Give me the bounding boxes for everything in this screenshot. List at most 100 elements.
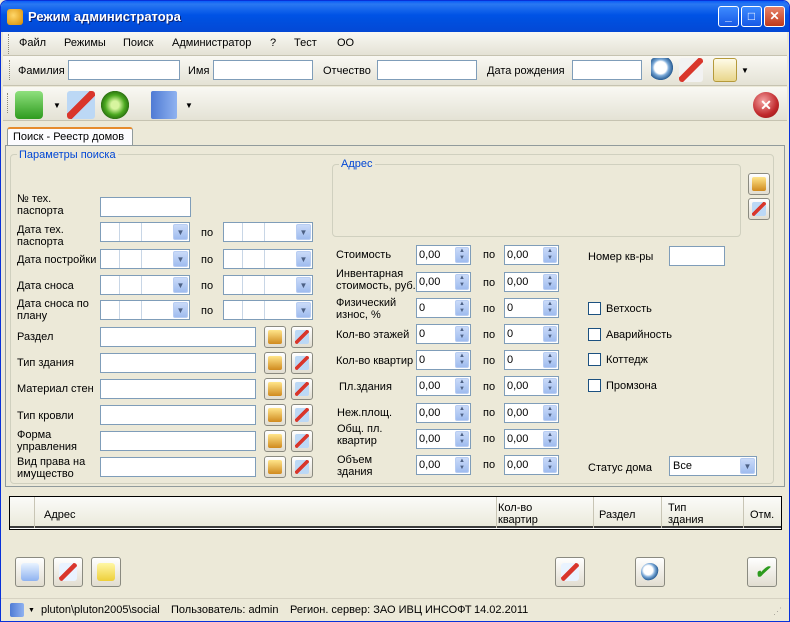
cost-to-spinner[interactable]: 0,00 ▲ ▼ xyxy=(504,245,559,265)
apartments-from-spinner[interactable]: 0 ▲ ▼ xyxy=(416,350,471,370)
surname-input[interactable] xyxy=(68,60,180,80)
resize-grip-icon[interactable]: ⋰ xyxy=(773,605,782,617)
spin-arrows-icon[interactable]: ▲ ▼ xyxy=(543,457,557,473)
build-date-to[interactable]: ▼ xyxy=(223,249,313,269)
menu-file[interactable]: Файл xyxy=(19,37,46,49)
apartments-to-spinner[interactable]: 0 ▲ ▼ xyxy=(504,350,559,370)
management-form-pick-button[interactable] xyxy=(264,430,286,452)
spin-arrows-icon[interactable]: ▲ ▼ xyxy=(455,300,469,316)
address-clear-button[interactable] xyxy=(748,198,770,220)
volume-from-spinner[interactable]: 0,00 ▲ ▼ xyxy=(416,455,471,475)
address-pick-button[interactable] xyxy=(748,173,770,195)
book-dropdown-icon[interactable]: ▼ xyxy=(185,100,193,112)
spin-arrows-icon[interactable]: ▲ ▼ xyxy=(543,378,557,394)
tech-passport-date-from[interactable]: ▼ xyxy=(100,222,190,242)
section-pick-button[interactable] xyxy=(264,326,286,348)
note-button[interactable] xyxy=(91,557,121,587)
planned-demolition-to[interactable]: ▼ xyxy=(223,300,313,320)
chevron-down-icon[interactable]: ▼ xyxy=(296,302,311,318)
status-dropdown-icon[interactable]: ▼ xyxy=(28,605,35,617)
menu-test[interactable]: Тест xyxy=(294,37,317,49)
spin-arrows-icon[interactable]: ▲ ▼ xyxy=(455,378,469,394)
menu-modes[interactable]: Режимы xyxy=(64,37,106,49)
inventory-cost-to-spinner[interactable]: 0,00 ▲ ▼ xyxy=(504,272,559,292)
menu-oo[interactable]: ОО xyxy=(337,37,354,49)
tab-house-registry[interactable]: Поиск - Реестр домов xyxy=(7,127,133,146)
spin-arrows-icon[interactable]: ▲ ▼ xyxy=(543,326,557,342)
maximize-button[interactable]: □ xyxy=(741,6,762,27)
apt-number-input[interactable] xyxy=(669,246,725,266)
grid-col-apartments[interactable]: Кол-во квартир xyxy=(498,502,558,526)
refresh-icon[interactable] xyxy=(101,91,129,119)
chevron-down-icon[interactable]: ▼ xyxy=(296,277,311,293)
building-area-from-spinner[interactable]: 0,00 ▲ ▼ xyxy=(416,376,471,396)
wear-from-spinner[interactable]: 0 ▲ ▼ xyxy=(416,298,471,318)
building-type-input[interactable] xyxy=(100,353,256,373)
nonres-area-to-spinner[interactable]: 0,00 ▲ ▼ xyxy=(504,403,559,423)
section-clear-button[interactable] xyxy=(291,326,313,348)
inventory-cost-from-spinner[interactable]: 0,00 ▲ ▼ xyxy=(416,272,471,292)
wall-material-pick-button[interactable] xyxy=(264,378,286,400)
management-form-input[interactable] xyxy=(100,431,256,451)
dilapidation-checkbox[interactable] xyxy=(588,302,601,315)
spin-arrows-icon[interactable]: ▲ ▼ xyxy=(543,274,557,290)
tech-passport-input[interactable] xyxy=(100,197,191,217)
spin-arrows-icon[interactable]: ▲ ▼ xyxy=(455,247,469,263)
grid-col-mark[interactable]: Отм. xyxy=(750,509,774,521)
chevron-down-icon[interactable]: ▼ xyxy=(740,458,755,474)
roof-type-input[interactable] xyxy=(100,405,256,425)
chevron-down-icon[interactable]: ▼ xyxy=(173,277,188,293)
spin-arrows-icon[interactable]: ▲ ▼ xyxy=(455,274,469,290)
wear-to-spinner[interactable]: 0 ▲ ▼ xyxy=(504,298,559,318)
report-dropdown-icon[interactable]: ▼ xyxy=(741,65,749,77)
property-right-clear-button[interactable] xyxy=(291,456,313,478)
property-right-pick-button[interactable] xyxy=(264,456,286,478)
spin-arrows-icon[interactable]: ▲ ▼ xyxy=(455,405,469,421)
floors-to-spinner[interactable]: 0 ▲ ▼ xyxy=(504,324,559,344)
spin-arrows-icon[interactable]: ▲ ▼ xyxy=(543,247,557,263)
chevron-down-icon[interactable]: ▼ xyxy=(173,302,188,318)
spin-arrows-icon[interactable]: ▲ ▼ xyxy=(455,431,469,447)
name-input[interactable] xyxy=(213,60,313,80)
clear-search-button[interactable] xyxy=(555,557,585,587)
cost-from-spinner[interactable]: 0,00 ▲ ▼ xyxy=(416,245,471,265)
grid-col-section[interactable]: Раздел xyxy=(599,509,635,521)
demolition-date-from[interactable]: ▼ xyxy=(100,275,190,295)
minimize-button[interactable]: _ xyxy=(718,6,739,27)
magnifier-icon[interactable] xyxy=(651,58,675,82)
search-button[interactable] xyxy=(635,557,665,587)
management-form-clear-button[interactable] xyxy=(291,430,313,452)
spin-arrows-icon[interactable]: ▲ ▼ xyxy=(543,405,557,421)
check-all-button[interactable] xyxy=(15,557,45,587)
roof-type-pick-button[interactable] xyxy=(264,404,286,426)
delete-record-icon[interactable] xyxy=(67,91,95,119)
spin-arrows-icon[interactable]: ▲ ▼ xyxy=(455,457,469,473)
ok-button[interactable]: ✔ xyxy=(747,557,777,587)
volume-to-spinner[interactable]: 0,00 ▲ ▼ xyxy=(504,455,559,475)
wall-material-clear-button[interactable] xyxy=(291,378,313,400)
spin-arrows-icon[interactable]: ▲ ▼ xyxy=(455,326,469,342)
tech-passport-date-to[interactable]: ▼ xyxy=(223,222,313,242)
total-area-to-spinner[interactable]: 0,00 ▲ ▼ xyxy=(504,429,559,449)
results-grid[interactable]: Адрес Кол-во квартир Раздел Тип здания О… xyxy=(9,496,782,530)
menu-admin[interactable]: Администратор xyxy=(172,37,251,49)
spin-arrows-icon[interactable]: ▲ ▼ xyxy=(543,300,557,316)
exit-icon[interactable]: ✕ xyxy=(753,92,779,118)
section-input[interactable] xyxy=(100,327,256,347)
book-icon[interactable] xyxy=(151,91,177,119)
total-area-from-spinner[interactable]: 0,00 ▲ ▼ xyxy=(416,429,471,449)
spin-arrows-icon[interactable]: ▲ ▼ xyxy=(543,352,557,368)
grid-col-address[interactable]: Адрес xyxy=(44,509,76,521)
menu-search[interactable]: Поиск xyxy=(123,37,153,49)
menu-help[interactable]: ? xyxy=(270,37,276,49)
industrial-checkbox[interactable] xyxy=(588,379,601,392)
planned-demolition-from[interactable]: ▼ xyxy=(100,300,190,320)
chevron-down-icon[interactable]: ▼ xyxy=(296,251,311,267)
spin-arrows-icon[interactable]: ▲ ▼ xyxy=(543,431,557,447)
building-type-clear-button[interactable] xyxy=(291,352,313,374)
uncheck-all-button[interactable] xyxy=(53,557,83,587)
patronymic-input[interactable] xyxy=(377,60,477,80)
add-record-icon[interactable] xyxy=(15,91,43,119)
roof-type-clear-button[interactable] xyxy=(291,404,313,426)
chevron-down-icon[interactable]: ▼ xyxy=(296,224,311,240)
